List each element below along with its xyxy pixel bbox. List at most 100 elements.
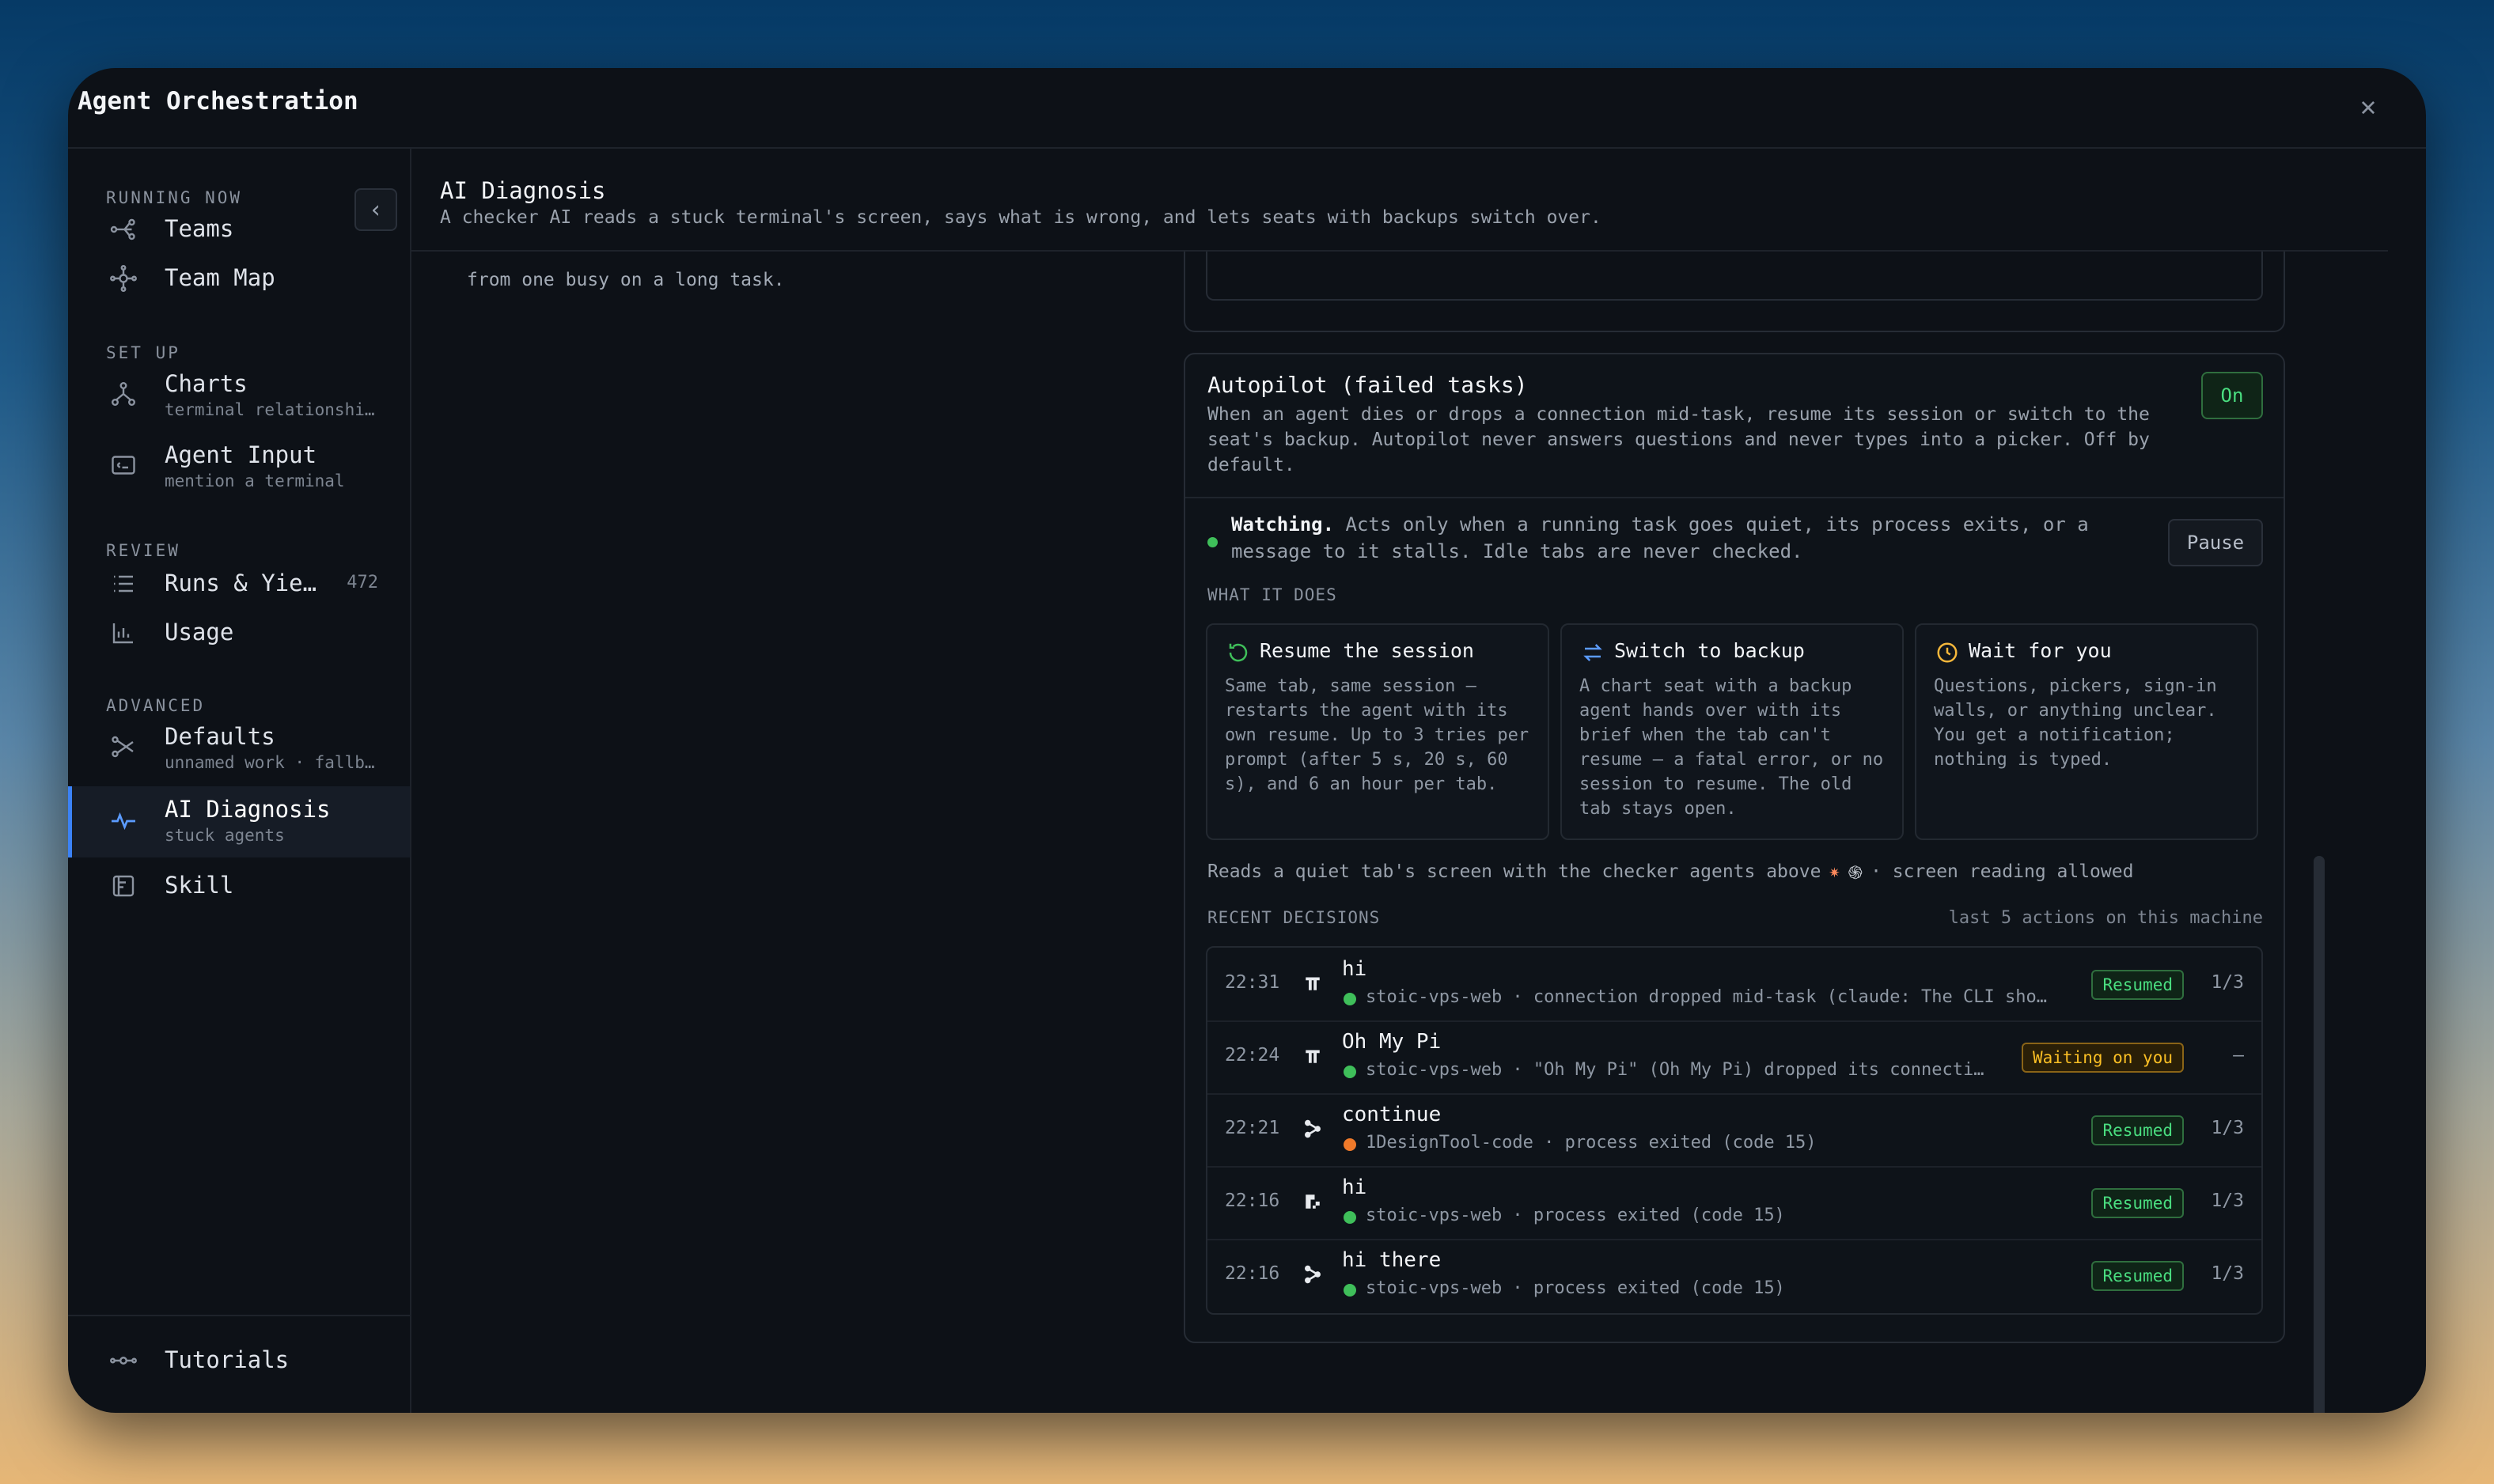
branch-icon	[108, 733, 139, 761]
section-advanced: ADVANCED	[106, 696, 206, 715]
window-title: Agent Orchestration	[78, 87, 358, 115]
sidebar-item-skill[interactable]: Skill	[68, 862, 410, 907]
team-map-icon	[108, 264, 139, 293]
status-dot	[1344, 1138, 1356, 1151]
what-it-does-label: WHAT IT DOES	[1207, 585, 1337, 604]
pulse-icon	[108, 807, 139, 835]
autopilot-description: When an agent dies or drops a connection…	[1207, 404, 2150, 475]
attempt-count: 1/3	[2211, 1191, 2244, 1211]
autopilot-card: Autopilot (failed tasks) When an agent d…	[1184, 353, 2285, 1343]
table-row[interactable]: 22:31 hi stoic-vps-web · connection drop…	[1207, 948, 2261, 1022]
status-badge: Waiting on you	[2021, 1043, 2184, 1073]
watching-status-dot	[1207, 537, 1218, 547]
decision-detail: stoic-vps-web · connection dropped mid-t…	[1366, 987, 2054, 1007]
decision-detail: stoic-vps-web · "Oh My Pi" (Oh My Pi) dr…	[1366, 1060, 1984, 1080]
charts-icon	[108, 380, 139, 408]
table-row[interactable]: 22:16 hi there stoic-vps-web · process e…	[1207, 1239, 2261, 1312]
table-row[interactable]: 22:24 Oh My Pi stoic-vps-web · "Oh My Pi…	[1207, 1020, 2261, 1095]
page-subtitle: A checker AI reads a stuck terminal's sc…	[440, 207, 1601, 228]
checker-note-suffix: · screen reading allowed	[1870, 861, 2134, 882]
decision-time: 22:24	[1225, 1045, 1280, 1066]
sidebar-item-label: Usage	[165, 619, 234, 645]
autopilot-title: Autopilot (failed tasks)	[1207, 372, 1528, 398]
section-running-now: RUNNING NOW	[106, 188, 243, 207]
sidebar-item-label: AI Diagnosis	[165, 796, 331, 823]
sidebar-item-label: Defaults	[165, 723, 275, 750]
page-header: AI Diagnosis A checker AI reads a stuck …	[411, 149, 2388, 252]
hub-icon	[1305, 1119, 1321, 1138]
sidebar-item-label: Skill	[165, 872, 234, 899]
sidebar-item-sub: mention a terminal	[165, 471, 345, 490]
feature-description: Questions, pickers, sign-in walls, or an…	[1934, 676, 2217, 770]
pause-button[interactable]: Pause	[2168, 519, 2263, 566]
close-button[interactable]: ✕	[2350, 89, 2386, 125]
recent-decisions-scope: last 5 actions on this machine	[1948, 908, 2263, 928]
page-title: AI Diagnosis	[440, 177, 606, 204]
clock-icon	[1937, 642, 1958, 663]
recent-decisions-list: 22:31 hi stoic-vps-web · connection drop…	[1206, 946, 2263, 1315]
sidebar-item-label: Agent Input	[165, 441, 317, 468]
sidebar-item-defaults[interactable]: Defaults unnamed work · fallb…	[68, 717, 410, 780]
sidebar-item-usage[interactable]: Usage	[68, 609, 410, 653]
recent-decisions-label: RECENT DECISIONS	[1207, 908, 1381, 927]
pi-icon	[1306, 1050, 1320, 1063]
agent-input-icon	[108, 451, 139, 479]
feature-title: Resume the session	[1260, 639, 1474, 662]
refresh-icon	[1229, 643, 1248, 662]
status-badge: Resumed	[2091, 1261, 2184, 1291]
status-badge: Resumed	[2091, 1188, 2184, 1218]
app-window: Agent Orchestration ✕ ‹ RUNNING NOW Team…	[68, 68, 2426, 1413]
attempt-count: 1/3	[2211, 1118, 2244, 1138]
checker-note: Reads a quiet tab's screen with the chec…	[1207, 859, 2133, 884]
sidebar-item-ai-diagnosis[interactable]: AI Diagnosis stuck agents	[68, 786, 410, 857]
decision-title: continue	[1342, 1103, 1442, 1126]
previous-card-text: from one busy on a long task.	[467, 270, 785, 290]
decision-title: hi	[1342, 1175, 1367, 1199]
claude-agent-icon: ✷	[1829, 861, 1840, 882]
decision-title: hi	[1342, 957, 1367, 981]
blocks-icon	[1306, 1194, 1320, 1209]
openai-agent-icon: ֍	[1848, 863, 1863, 884]
feature-title: Wait for you	[1969, 639, 2112, 662]
status-dot	[1344, 993, 1356, 1005]
decision-title: hi there	[1342, 1248, 1442, 1272]
decision-time: 22:31	[1225, 972, 1280, 993]
sidebar-item-tutorials[interactable]: Tutorials	[68, 1338, 410, 1383]
status-dot	[1344, 1211, 1356, 1224]
attempt-count: —	[2233, 1045, 2244, 1066]
feature-switch-backup: Switch to backup A chart seat with a bac…	[1560, 623, 1904, 840]
autopilot-toggle[interactable]: On	[2201, 372, 2263, 419]
main-scrollbar[interactable]	[2314, 856, 2325, 1413]
main-content: from one busy on a long task. AI Diagnos…	[411, 149, 2426, 1413]
sidebar-item-label: Runs & Yie…	[165, 570, 317, 596]
sidebar-item-runs[interactable]: Runs & Yie… 472	[68, 560, 410, 604]
table-row[interactable]: 22:16 hi stoic-vps-web · process exited …	[1207, 1166, 2261, 1240]
list-icon	[108, 570, 139, 598]
sidebar-item-label: Team Map	[165, 264, 275, 291]
decision-detail: 1DesignTool-code · process exited (code …	[1366, 1133, 1817, 1153]
section-set-up: SET UP	[106, 343, 180, 362]
sidebar-item-label: Charts	[165, 370, 248, 397]
previous-settings-inner	[1206, 252, 2263, 301]
sidebar: ‹ RUNNING NOW Teams Team Map SET UP Char…	[68, 149, 411, 1413]
status-dot	[1344, 1284, 1356, 1297]
titlebar: Agent Orchestration ✕	[68, 68, 2426, 149]
swap-icon	[1583, 644, 1602, 661]
sidebar-item-teams[interactable]: Teams	[68, 206, 410, 250]
sidebar-item-agent-input[interactable]: Agent Input mention a terminal	[68, 435, 410, 498]
table-row[interactable]: 22:21 continue 1DesignTool-code · proces…	[1207, 1093, 2261, 1168]
sidebar-footer: Tutorials	[68, 1315, 410, 1413]
decision-time: 22:16	[1225, 1263, 1280, 1284]
sidebar-item-sub: unnamed work · fallb…	[165, 753, 375, 772]
sidebar-item-team-map[interactable]: Team Map	[68, 255, 410, 299]
teams-icon	[108, 215, 139, 244]
sidebar-item-charts[interactable]: Charts terminal relationshi…	[68, 364, 410, 427]
decision-time: 22:21	[1225, 1118, 1280, 1138]
sidebar-item-label: Teams	[165, 215, 234, 242]
attempt-count: 1/3	[2211, 1263, 2244, 1284]
status-badge: Resumed	[2091, 970, 2184, 1000]
hub-icon	[1305, 1265, 1321, 1284]
status-badge: Resumed	[2091, 1115, 2184, 1145]
bar-chart-icon	[108, 619, 139, 647]
decision-detail: stoic-vps-web · process exited (code 15)	[1366, 1206, 1785, 1225]
